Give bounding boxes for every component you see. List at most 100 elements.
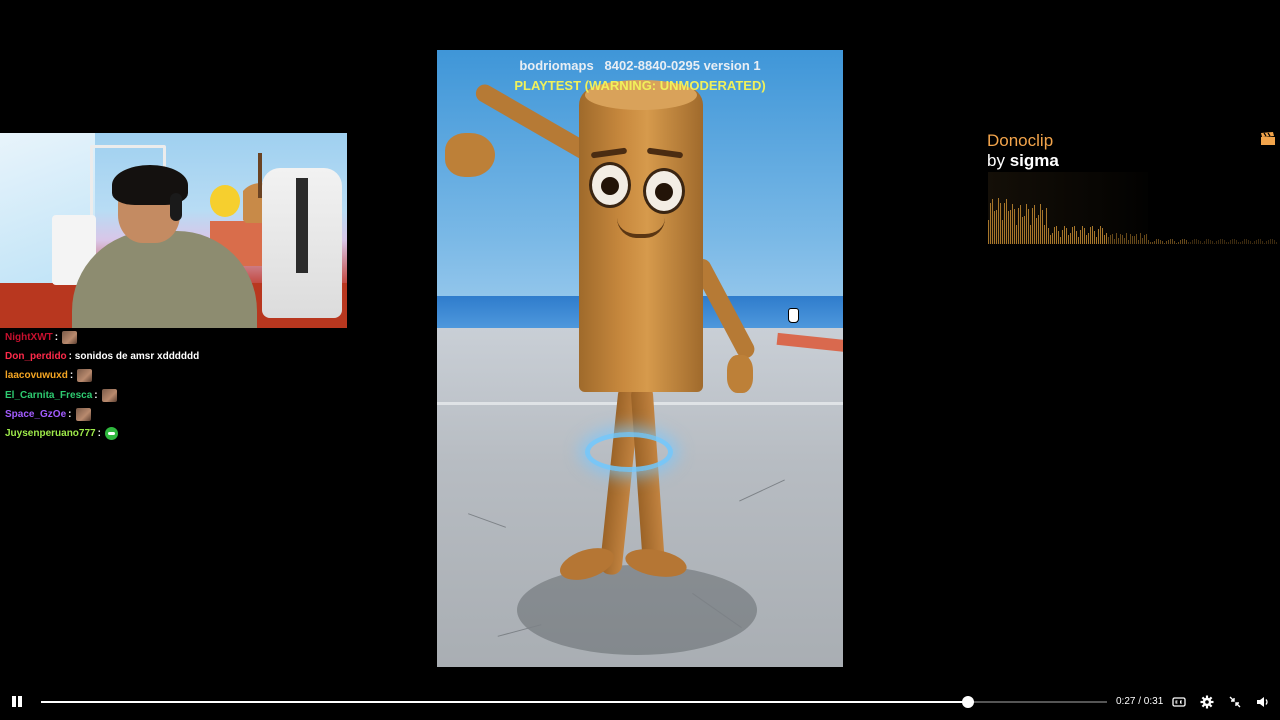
waveform-bar — [1192, 240, 1193, 244]
character-log-body — [579, 87, 703, 392]
waveform-bar — [1242, 241, 1243, 244]
chat-username: NightXWT — [5, 332, 53, 344]
pause-icon[interactable] — [10, 695, 24, 709]
progress-track[interactable] — [41, 701, 1107, 703]
waveform-bar — [1134, 236, 1135, 244]
main-video[interactable]: bodriomaps 8402-8840-0295 version 1 PLAY… — [437, 50, 843, 667]
waveform-bar — [1018, 208, 1019, 244]
character-right-eye — [643, 168, 685, 214]
waveform-bar — [1080, 230, 1081, 244]
settings-gear-icon[interactable] — [1200, 695, 1214, 709]
chat-username: El_Carnita_Fresca — [5, 389, 93, 401]
chat-text: sonidos de amsr xdddddd — [74, 351, 200, 363]
chat-message: El_Carnita_Fresca: — [5, 386, 345, 405]
volume-icon[interactable] — [1256, 695, 1270, 709]
waveform-bar — [1050, 235, 1051, 244]
waveform-bar — [1102, 228, 1103, 244]
waveform-bar — [1254, 241, 1255, 244]
waveform-bar — [1224, 240, 1225, 244]
waveform-bar — [1252, 243, 1253, 244]
waveform-bar — [1136, 234, 1137, 244]
waveform-bar — [1104, 235, 1105, 244]
waveform-bar — [1234, 239, 1235, 244]
character-right-leg — [630, 384, 666, 576]
waveform-bar — [1198, 240, 1199, 244]
waveform-bar — [1030, 225, 1031, 244]
waveform-bar — [1070, 233, 1071, 244]
donoclip-title: Donoclip — [987, 131, 1054, 150]
character-right-hand — [727, 355, 753, 393]
waveform-bar — [1046, 208, 1047, 244]
chat-emote-icon — [101, 388, 117, 402]
waveform-bar — [1032, 208, 1033, 244]
waveform-bar — [1180, 240, 1181, 244]
waveform-bar — [1258, 239, 1259, 244]
waveform-bar — [1006, 199, 1007, 244]
waveform-bar — [1062, 230, 1063, 244]
chat-message: Don_perdido: sonidos de amsr xdddddd — [5, 351, 200, 363]
waveform-bar — [1064, 226, 1065, 244]
waveform-bar — [1140, 233, 1141, 244]
waveform-bar — [1086, 235, 1087, 244]
waveform-bar — [1208, 239, 1209, 244]
streamer-webcam — [0, 133, 347, 328]
waveform-bar — [1000, 203, 1001, 244]
chat-emote-icon — [104, 427, 118, 441]
exit-fullscreen-icon[interactable] — [1228, 695, 1242, 709]
waveform-bar — [1138, 240, 1139, 244]
waveform-bar — [1228, 242, 1229, 244]
waveform-bar — [1118, 238, 1119, 244]
waveform-bar — [1196, 239, 1197, 244]
waveform-bar — [1188, 242, 1189, 244]
waveform-bar — [1270, 239, 1271, 244]
waveform-bar — [1124, 238, 1125, 244]
waveform-bar — [1232, 239, 1233, 244]
waveform-bar — [1272, 239, 1273, 244]
waveform-bar — [1024, 216, 1025, 244]
chat-message: Juysenperuano777: — [5, 424, 345, 443]
chat-overlay: NightXWT: Don_perdido: sonidos de amsr x… — [5, 328, 345, 443]
waveform-bar — [1036, 218, 1037, 244]
waveform-bar — [1074, 226, 1075, 244]
waveform-bar — [1238, 242, 1239, 244]
waveform-bar — [1128, 240, 1129, 244]
video-header: bodriomaps 8402-8840-0295 version 1 PLAY… — [437, 58, 843, 93]
waveform-bar — [1152, 242, 1153, 244]
waveform-bar — [1248, 240, 1249, 244]
waveform-bar — [1054, 227, 1055, 244]
waveform-bar — [1240, 242, 1241, 244]
waveform-bar — [1168, 240, 1169, 244]
waveform-bar — [1164, 243, 1165, 244]
progress-scrubber[interactable] — [962, 696, 975, 708]
waveform-bar — [1204, 241, 1205, 244]
waveform-bar — [1214, 243, 1215, 244]
waveform-bar — [1210, 240, 1211, 244]
chat-emote-icon — [75, 407, 91, 421]
waveform-bar — [1244, 239, 1245, 244]
waveform-bar — [1236, 240, 1237, 244]
waveform-bar — [1100, 226, 1101, 244]
waveform-bar — [1146, 234, 1147, 244]
waveform-bar — [1056, 226, 1057, 244]
character-glow-ring — [585, 432, 673, 472]
webcam-plush — [210, 185, 240, 217]
waveform-bar — [1040, 204, 1041, 244]
waveform-bar — [1268, 240, 1269, 244]
waveform-bar — [1190, 242, 1191, 244]
waveform-bar — [1114, 239, 1115, 244]
waveform-bar — [1082, 226, 1083, 244]
donoclip-author: sigma — [1009, 151, 1059, 170]
waveform-bar — [1060, 237, 1061, 244]
waveform-bar — [1072, 227, 1073, 244]
waveform-bar — [1044, 225, 1045, 244]
waveform-bar — [1004, 203, 1005, 244]
waveform-bar — [1038, 215, 1039, 244]
waveform-bar — [1068, 235, 1069, 244]
waveform-bar — [1098, 229, 1099, 244]
captions-icon[interactable] — [1172, 695, 1186, 709]
waveform-bar — [1012, 204, 1013, 244]
character-left-hand — [445, 133, 495, 177]
waveform-bar — [1088, 233, 1089, 244]
progress-fill — [41, 701, 969, 703]
webcam-chair-stripe — [296, 178, 308, 273]
